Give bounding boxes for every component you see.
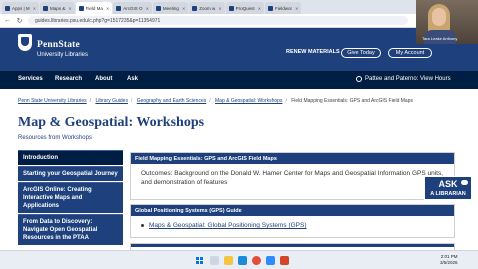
favicon-icon <box>43 5 49 11</box>
gps-guide-box: Global Positioning Systems (GPS) Guide M… <box>130 204 455 238</box>
site-header: PennState University Libraries RENEW MAT… <box>0 28 478 71</box>
breadcrumb-separator: / <box>130 98 133 104</box>
breadcrumb-item[interactable]: Library Guides <box>95 98 128 104</box>
library-hours-link[interactable]: Pattee and Paterno: View Hours <box>356 76 451 82</box>
breadcrumb-item[interactable]: Map & Geospatial: Workshops <box>215 98 282 104</box>
nav-research[interactable]: Research <box>55 76 82 82</box>
close-tab-icon[interactable]: ✕ <box>146 6 149 11</box>
chat-bubble-icon <box>461 180 468 185</box>
nav-about[interactable]: About <box>95 76 112 82</box>
close-tab-icon[interactable]: ✕ <box>68 6 71 11</box>
nav-ask[interactable]: Ask <box>127 76 138 82</box>
box-heading: Global Positioning Systems (GPS) Guide <box>131 205 454 216</box>
windows-icon[interactable] <box>196 257 203 264</box>
webcam-overlay: Tara Leake Anthony <box>416 0 478 44</box>
edge-icon[interactable] <box>238 256 247 265</box>
my-account-button[interactable]: My Account <box>388 48 432 58</box>
main-nav: Services Research About Ask Pattee and P… <box>0 71 478 89</box>
favicon-icon <box>192 5 198 11</box>
browser-tab-bar: Apps | M ✕ Maps & ✕ Field Ma ✕ ArcGIS O ✕ Me… <box>0 0 478 14</box>
favicon-icon <box>5 5 10 11</box>
renew-materials-link[interactable]: RENEW MATERIALS <box>286 49 340 55</box>
taskbar: 2:01 PM 3/5/2026 <box>0 250 478 269</box>
favicon-icon <box>155 5 161 11</box>
bullet-icon <box>141 223 144 227</box>
browser-tab[interactable]: Apps | M ✕ <box>2 2 40 14</box>
box-outcomes-text: Outcomes: Background on the Donald W. Ha… <box>141 170 444 186</box>
presenter-name: Tara Leake Anthony <box>422 36 458 41</box>
sidebar-item-introduction[interactable]: Introduction <box>18 150 123 165</box>
powerpoint-icon[interactable] <box>280 256 289 265</box>
sidebar-item-starting[interactable]: Starting your Geospatial Journey <box>18 166 123 181</box>
give-today-button[interactable]: Give Today <box>341 48 381 58</box>
browser-tab[interactable]: Maps & ✕ <box>40 2 75 14</box>
browser-tab[interactable]: Fieldwor ✕ <box>265 2 302 14</box>
gps-guide-list: Maps & Geospatial: Global Positioning Sy… <box>131 216 454 235</box>
close-tab-icon[interactable]: ✕ <box>218 6 221 11</box>
breadcrumb-item[interactable]: Penn State University Libraries <box>18 98 87 104</box>
address-bar: ← ↻ guides.libraries.psu.edu/c.php?g=151… <box>0 14 478 28</box>
page-title: Map & Geospatial: Workshops <box>18 115 205 130</box>
chrome-icon[interactable] <box>252 256 261 265</box>
sidebar-item-arcgis-online[interactable]: ArcGIS Online: Creating Interactive Maps… <box>18 182 123 213</box>
close-tab-icon[interactable]: ✕ <box>182 6 185 11</box>
search-icon[interactable] <box>210 256 219 265</box>
favicon-icon <box>78 5 84 11</box>
brand-name[interactable]: PennState <box>37 40 80 50</box>
browser-tab[interactable]: Meeting ✕ <box>152 2 189 14</box>
location-pin-icon <box>356 76 362 82</box>
breadcrumb-item[interactable]: Geography and Earth Sciences <box>137 98 207 104</box>
favicon-icon <box>116 5 122 11</box>
field-mapping-box: Field Mapping Essentials: GPS and ArcGIS… <box>130 152 455 200</box>
close-tab-icon[interactable]: ✕ <box>106 6 109 11</box>
arrow-left-icon[interactable]: ← <box>4 17 11 24</box>
system-clock[interactable]: 2:01 PM 3/5/2026 <box>440 254 458 266</box>
browser-tab-active[interactable]: Field Ma ✕ <box>75 2 113 14</box>
breadcrumb-separator: / <box>89 98 92 104</box>
brand-subname[interactable]: University Libraries <box>37 52 88 58</box>
sidebar-item-data-discovery[interactable]: From Data to Discovery: Navigate Open Ge… <box>18 214 123 245</box>
browser-tab[interactable]: ArcGIS O ✕ <box>113 2 152 14</box>
presenter-face <box>432 8 446 26</box>
nav-services[interactable]: Services <box>18 76 43 82</box>
favicon-icon <box>228 5 234 11</box>
browser-tab[interactable]: Zoom w ✕ <box>189 2 225 14</box>
close-tab-icon[interactable]: ✕ <box>258 6 261 11</box>
zoom-icon[interactable] <box>266 256 275 265</box>
ask-a-librarian-button[interactable]: ASK A LIBRARIAN <box>424 176 472 200</box>
refresh-icon[interactable]: ↻ <box>16 17 23 25</box>
page-subtitle: Resources from Workshops <box>18 135 92 141</box>
close-tab-icon[interactable]: ✕ <box>295 6 298 11</box>
psu-shield-logo[interactable] <box>18 34 32 51</box>
breadcrumb-separator: / <box>285 98 287 104</box>
explorer-icon[interactable] <box>224 256 233 265</box>
close-tab-icon[interactable]: ✕ <box>33 6 36 11</box>
breadcrumb: Penn State University Libraries / Library… <box>18 98 413 104</box>
browser-tab[interactable]: ProQuest ✕ <box>225 2 265 14</box>
url-input[interactable]: guides.libraries.psu.edu/c.php?g=1517235… <box>28 16 408 25</box>
favicon-icon <box>268 5 274 11</box>
gps-guide-link[interactable]: Maps & Geospatial: Global Positioning Sy… <box>149 222 307 229</box>
breadcrumb-separator: / <box>209 98 211 104</box>
breadcrumb-current: Field Mapping Essentials: GPS and ArcGIS… <box>291 98 413 104</box>
box-heading: Field Mapping Essentials: GPS and ArcGIS… <box>131 153 454 164</box>
guide-sidebar: Introduction Starting your Geospatial Jo… <box>18 150 123 246</box>
